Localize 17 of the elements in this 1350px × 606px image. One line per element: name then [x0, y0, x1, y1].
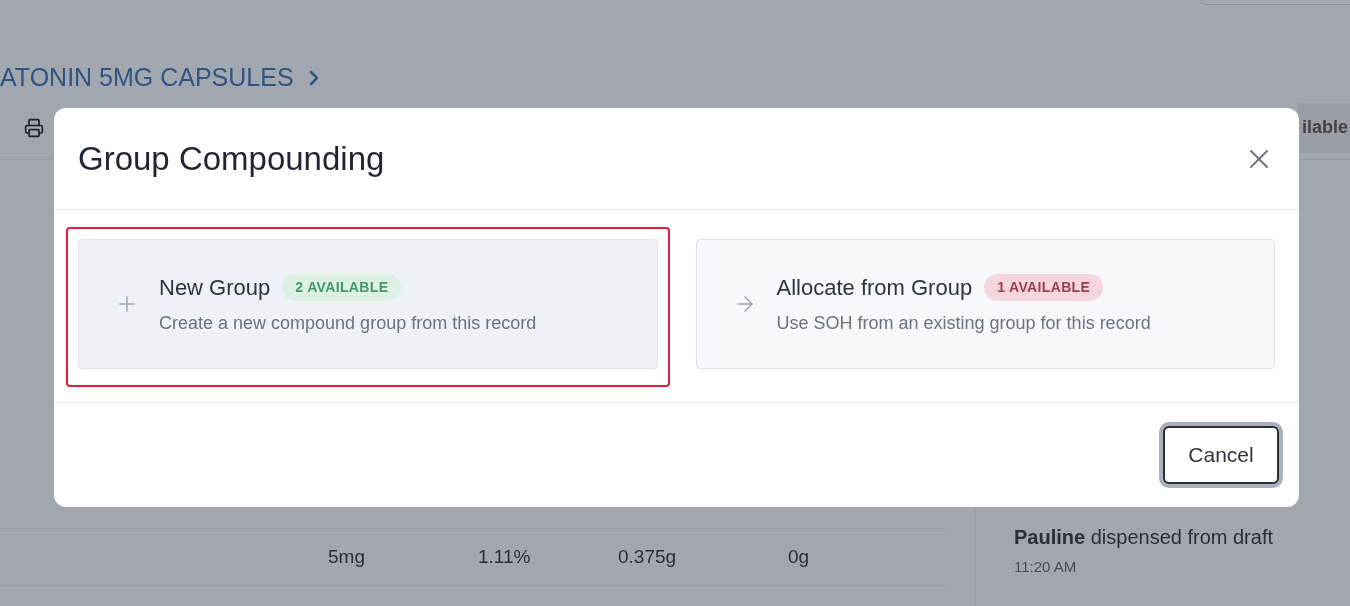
activity-time: 11:20 AM [1014, 556, 1078, 577]
option-card[interactable]: New Group 2 AVAILABLE Create a new compound group from this record [78, 239, 658, 369]
available-badge: 2 AVAILABLE [282, 274, 402, 301]
table-cell-text: 5mg [327, 544, 366, 569]
table-cell-text: 0.375g [617, 544, 678, 569]
table-cell-text: 1.11% [477, 544, 532, 569]
available-badge: 1 AVAILABLE [984, 274, 1104, 301]
available-button[interactable]: ilable [1297, 102, 1350, 153]
option-description: Create a new compound group from this record [159, 312, 537, 335]
option-card[interactable]: Allocate from Group 1 AVAILABLE Use SOH from an existing group for this record [695, 239, 1275, 369]
option-title: New Group [159, 274, 271, 302]
print-icon[interactable] [24, 117, 44, 138]
activity-text: Pauline dispensed from draft [1014, 524, 1275, 550]
dialog-title: Group Compounding [78, 138, 385, 179]
option-description: Use SOH from an existing group for this record [776, 312, 1151, 335]
table-cell-text: 0g [787, 544, 811, 569]
option-title: Allocate from Group [776, 274, 973, 302]
